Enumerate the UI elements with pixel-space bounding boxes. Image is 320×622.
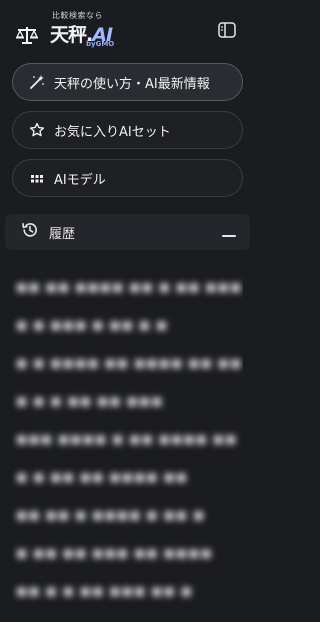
nav-ai-models-label: AIモデル (54, 172, 106, 188)
history-item[interactable]: ■■ ■■ ■ ■■■■ ■ ■■ ■ (12, 494, 243, 530)
history-item-text: ■ ■ ■ ■■ ■■ ■■■ (16, 394, 164, 408)
sidebar: 比較検索なら 天秤.AI byGMO 天秤の使い方・AI最新情報 お気に入りAI… (0, 0, 255, 622)
history-item[interactable]: ■■■ ■■■■ ■ ■■ ■■■■ ■■ (12, 418, 243, 454)
sidebar-header: 比較検索なら 天秤.AI byGMO (0, 0, 255, 58)
history-item[interactable]: ■ ■ ■■■ ■ ■■ ■ ■ (12, 304, 243, 340)
nav-favorite-ai-set-button[interactable]: お気に入りAIセット (12, 111, 243, 149)
history-collapse-button[interactable] (220, 223, 238, 241)
history-item[interactable]: ■ ■ ■■■■ ■■ ■■■■ ■■ ■■ (12, 342, 243, 378)
history-item-text: ■ ■ ■■■■ ■■ ■■■■ ■■ ■■ (16, 356, 243, 370)
history-title: 履歴 (49, 226, 76, 242)
scale-icon (15, 26, 39, 44)
nav-usage-news-button[interactable]: 天秤の使い方・AI最新情報 (12, 63, 243, 101)
nav-ai-models-button[interactable]: AIモデル (12, 159, 243, 197)
history-item[interactable]: ■■ ■ ■ ■■ ■■■ ■■ ■ (12, 570, 243, 606)
nav-favorite-ai-set-label: お気に入りAIセット (54, 124, 171, 140)
sidebar-toggle-button[interactable] (216, 22, 238, 42)
history-item[interactable]: ■■ ■■ ■■■■ ■■ ■ ■■ ■■■ (12, 266, 243, 302)
nav-usage-news-label: 天秤の使い方・AI最新情報 (54, 76, 210, 92)
minus-icon (221, 223, 237, 242)
history-item-text: ■ ■ ■■ ■■ ■■■■ ■■ (16, 470, 189, 484)
logo[interactable]: 比較検索なら 天秤.AI byGMO (15, 10, 156, 50)
history-item-text: ■ ■ ■■■ ■ ■■ ■ ■ (16, 318, 169, 332)
star-icon (29, 122, 45, 138)
history-item-text: ■■■ ■■■■ ■ ■■ ■■■■ ■■ (16, 432, 238, 446)
history-item-text: ■ ■■ ■■ ■■■ ■■ ■■■■ (16, 546, 213, 560)
logo-byline: byGMO (86, 40, 115, 48)
grid-dots-icon (29, 170, 45, 186)
logo-main-text: 天秤 (50, 24, 87, 46)
history-clock-icon (21, 221, 39, 243)
history-item-text: ■■ ■■ ■■■■ ■■ ■ ■■ ■■■ (16, 280, 243, 294)
history-item-text: ■■ ■ ■ ■■ ■■■ ■■ ■ (16, 584, 193, 598)
history-item[interactable]: ■ ■ ■■ ■■ ■■■■ ■■ (12, 456, 243, 492)
magic-wand-icon (29, 74, 45, 90)
history-section-header[interactable]: 履歴 (5, 214, 250, 250)
history-item-text: ■■ ■■ ■ ■■■■ ■ ■■ ■ (16, 508, 206, 522)
history-item[interactable]: ■ ■■ ■■ ■■■ ■■ ■■■■ (12, 532, 243, 568)
history-item[interactable]: ■ ■ ■ ■■ ■■ ■■■ (12, 380, 243, 416)
sidebar-toggle-icon (218, 22, 236, 42)
